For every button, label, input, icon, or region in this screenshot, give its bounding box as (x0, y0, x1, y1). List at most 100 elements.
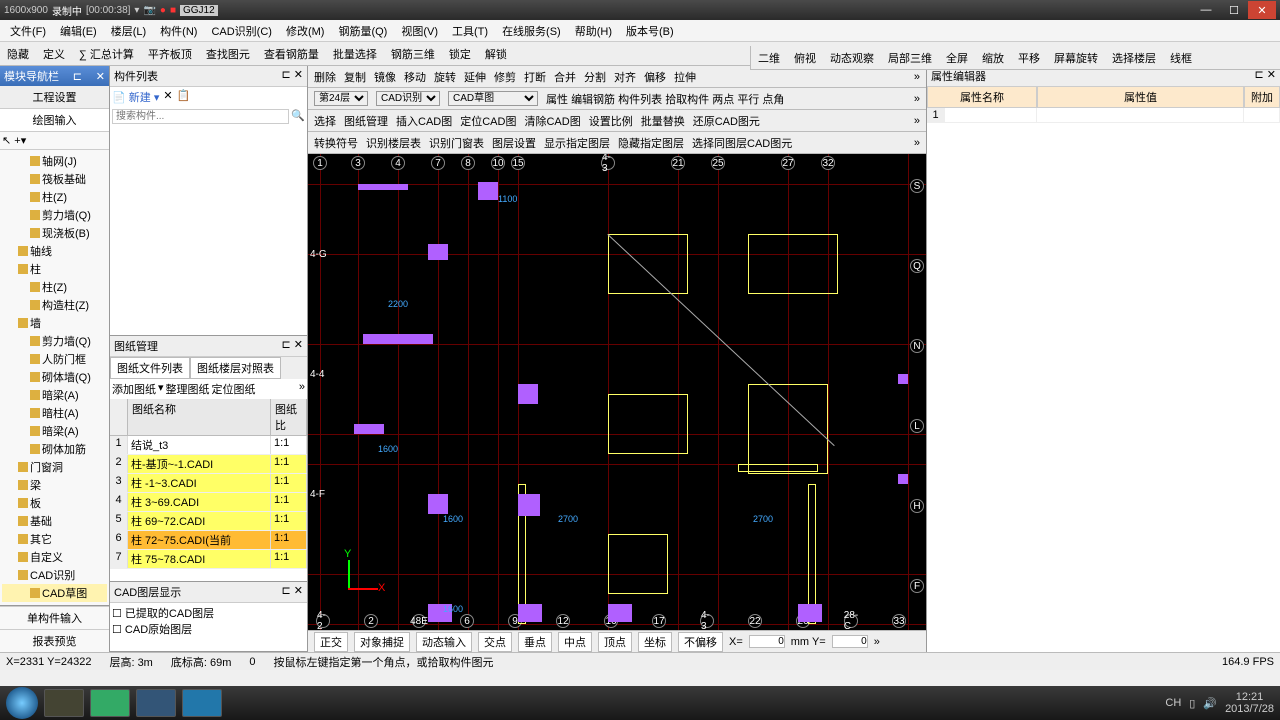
tree-item[interactable]: 人防门框 (2, 350, 107, 368)
tree-item[interactable]: 筏板基础 (2, 170, 107, 188)
tree-item[interactable]: 轴线 (2, 242, 107, 260)
tree-item[interactable]: 现浇板(B) (2, 224, 107, 242)
tree-item[interactable]: 暗梁(A) (2, 422, 107, 440)
toolbar-button[interactable]: 二维 (755, 49, 783, 67)
dwg-row[interactable]: 3柱 -1~3.CADI1:1 (110, 474, 307, 493)
menu-item[interactable]: CAD识别(C) (205, 21, 278, 41)
cad-tool-button[interactable]: 还原CAD图元 (693, 113, 760, 129)
tree-item[interactable]: 自定义 (2, 548, 107, 566)
layer-extracted[interactable]: ☐ 已提取的CAD图层 (112, 605, 305, 621)
menu-item[interactable]: 视图(V) (395, 21, 444, 41)
more-icon[interactable]: » (914, 137, 920, 149)
cad-tool-button[interactable]: 插入CAD图 (396, 113, 452, 129)
sort-dwg-button[interactable]: 整理图纸 (166, 381, 210, 397)
menu-item[interactable]: 楼层(L) (105, 21, 152, 41)
toolbar-button[interactable]: 线框 (1167, 49, 1195, 67)
coord-more-icon[interactable]: » (874, 636, 880, 648)
cadlayer-pin-icon[interactable]: ⊏ ✕ (282, 584, 304, 600)
tree-item[interactable]: 柱(Z) (2, 188, 107, 206)
tray-flag-icon[interactable]: ▯ (1189, 697, 1195, 710)
cad-tool-button[interactable]: 构件列表 (618, 94, 662, 106)
menu-item[interactable]: 钢筋量(Q) (332, 21, 393, 41)
snap-toggle[interactable]: 动态输入 (416, 632, 472, 652)
cad-tool-button[interactable]: 识别楼层表 (366, 135, 421, 151)
dwg-row[interactable]: 5柱 69~72.CADI1:1 (110, 512, 307, 531)
cad-tool-button[interactable]: 选择同图层CAD图元 (692, 135, 792, 151)
cad-tool-button[interactable]: 隐藏指定图层 (618, 135, 684, 151)
tree-item[interactable]: 剪力墙(Q) (2, 332, 107, 350)
props-pin-icon[interactable]: ⊏ ✕ (1255, 68, 1277, 84)
cad-tool-button[interactable]: 图纸管理 (344, 113, 388, 129)
cad-tool-button[interactable]: 镜像 (374, 69, 396, 85)
tree-item[interactable]: CAD识别 (2, 566, 107, 584)
cad-tool-button[interactable]: 移动 (404, 69, 426, 85)
tree-item[interactable]: 梁 (2, 476, 107, 494)
toolbar-button[interactable]: 动态观察 (827, 49, 877, 67)
tree-item[interactable]: 墙 (2, 314, 107, 332)
menu-item[interactable]: 构件(N) (154, 21, 203, 41)
camera-icon[interactable]: 📷 (143, 5, 155, 16)
tree-item[interactable]: 基础 (2, 512, 107, 530)
cad-tool-button[interactable]: 分割 (584, 69, 606, 85)
menu-item[interactable]: 文件(F) (4, 21, 52, 41)
floor-select[interactable]: 第24层 (314, 91, 368, 106)
taskbar-app-2[interactable] (90, 689, 130, 717)
menu-item[interactable]: 工具(T) (446, 21, 494, 41)
tree-item[interactable]: 板 (2, 494, 107, 512)
dwg-row[interactable]: 1结说_t31:1 (110, 436, 307, 455)
snap-toggle[interactable]: 垂点 (518, 632, 552, 652)
cad-tool-button[interactable]: 编辑钢筋 (571, 94, 615, 106)
tree-item[interactable]: 砌体加筋 (2, 440, 107, 458)
cad-tool-button[interactable]: 转换符号 (314, 135, 358, 151)
report-preview-button[interactable]: 报表预览 (0, 629, 109, 652)
more-icon[interactable]: » (914, 115, 920, 127)
locate-dwg-button[interactable]: 定位图纸 (212, 381, 256, 397)
toolbar-button[interactable]: 解锁 (482, 45, 510, 63)
taskbar-app-3[interactable] (136, 689, 176, 717)
close-button[interactable]: ✕ (1248, 1, 1276, 19)
rec-drop-icon[interactable]: ▾ (134, 5, 139, 16)
cad-tool-button[interactable]: 定位CAD图 (460, 113, 516, 129)
toolbar-button[interactable]: 钢筋三维 (388, 45, 438, 63)
tree-item[interactable]: CAD草图 (2, 584, 107, 602)
add-dwg-button[interactable]: 添加图纸 (112, 381, 156, 397)
dwg-row[interactable]: 6柱 72~75.CADI(当前1:1 (110, 531, 307, 550)
tree-item[interactable]: 柱(Z) (2, 278, 107, 296)
dwg-row[interactable]: 2柱-基顶~-1.CADI1:1 (110, 455, 307, 474)
menu-item[interactable]: 帮助(H) (569, 21, 618, 41)
toolbar-button[interactable]: 隐藏 (4, 45, 32, 63)
toolbar-button[interactable]: 批量选择 (330, 45, 380, 63)
viewport[interactable]: 1347810154-3212527324-2248E691216174-322… (308, 154, 926, 630)
toolbar-button[interactable]: 选择楼层 (1109, 49, 1159, 67)
cad-tool-button[interactable]: 拾取构件 (665, 94, 709, 106)
snap-toggle[interactable]: 中点 (558, 632, 592, 652)
draft-select[interactable]: CAD草图 (448, 91, 538, 106)
taskbar-app-4[interactable] (182, 689, 222, 717)
menu-item[interactable]: 编辑(E) (54, 21, 103, 41)
rec-dot-icon[interactable]: ● (160, 5, 166, 16)
minimize-button[interactable]: — (1192, 1, 1220, 19)
single-input-button[interactable]: 单构件输入 (0, 606, 109, 629)
toolbar-button[interactable]: ∑ 汇总计算 (76, 45, 137, 63)
cad-tool-button[interactable]: 延伸 (464, 69, 486, 85)
taskbar-app-1[interactable] (44, 689, 84, 717)
toolbar-button[interactable]: 锁定 (446, 45, 474, 63)
snap-toggle[interactable]: 不偏移 (678, 632, 723, 652)
cad-tool-button[interactable]: 批量替换 (641, 113, 685, 129)
tree-item[interactable]: 柱 (2, 260, 107, 278)
more-icon[interactable]: » (914, 71, 920, 83)
toolbar-button[interactable]: 查找图元 (203, 45, 253, 63)
tree-item[interactable]: 构造柱(Z) (2, 296, 107, 314)
complist-copy-icon[interactable]: 📋 (177, 89, 191, 105)
search-input[interactable] (112, 109, 289, 124)
menu-item[interactable]: 修改(M) (280, 21, 331, 41)
snap-toggle[interactable]: 正交 (314, 632, 348, 652)
layer-original[interactable]: ☐ CAD原始图层 (112, 621, 305, 637)
tab-dwg-floors[interactable]: 图纸楼层对照表 (190, 357, 281, 379)
cad-tool-button[interactable]: 设置比例 (589, 113, 633, 129)
start-button[interactable] (6, 687, 38, 719)
cad-tool-button[interactable]: 复制 (344, 69, 366, 85)
tree-item[interactable]: 门窗洞 (2, 458, 107, 476)
dwg-more-icon[interactable]: » (299, 381, 305, 397)
new-button[interactable]: 📄 新建 ▾ (112, 89, 159, 105)
